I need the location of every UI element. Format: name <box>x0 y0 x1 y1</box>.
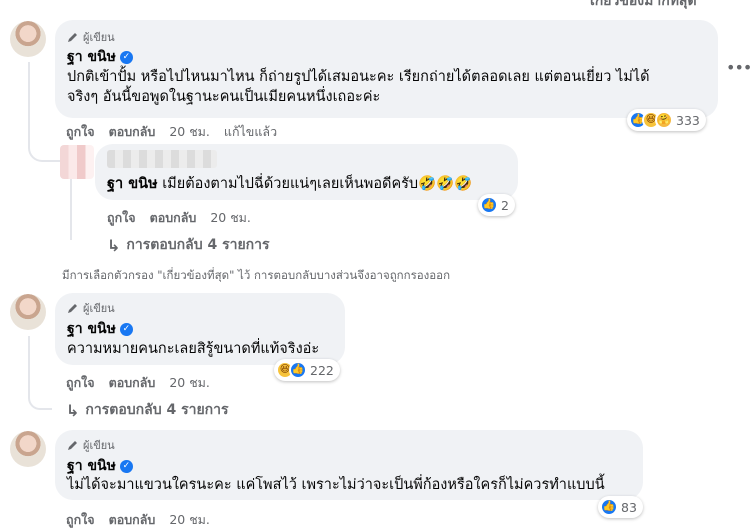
filter-notice: มีการเลือกตัวกรอง "เกี่ยวข้องที่สุด" ไว้… <box>62 268 451 282</box>
mention-link[interactable]: ฐา ขนิษ <box>107 176 158 192</box>
timestamp[interactable]: 20 ชม. <box>169 510 210 530</box>
verified-badge-icon: ✓ <box>119 459 133 473</box>
author-badge: ผู้เขียน <box>67 299 115 317</box>
avatar[interactable] <box>10 431 46 467</box>
verified-badge-icon: ✓ <box>119 322 133 336</box>
comment-actions: ถูกใจ ตอบกลับ 20 ชม. <box>66 373 210 393</box>
timestamp[interactable]: 20 ชม. <box>210 208 251 228</box>
reply-button[interactable]: ตอบกลับ <box>150 208 197 228</box>
reply-bubble: ฐา ขนิษ เมียต้องตามไปฉี่ด้วยแน่ๆเลยเห็นพ… <box>95 144 518 200</box>
pencil-icon <box>68 33 77 42</box>
reaction-count: 83 <box>621 499 637 515</box>
like-button[interactable]: ถูกใจ <box>66 510 95 530</box>
like-reaction-icon: 👍 <box>289 361 307 379</box>
reply-text-body: เมียต้องตามไปฉี่ด้วยแน่ๆเลยเห็นพอดีครับ🤣… <box>162 176 473 192</box>
reaction-count: 333 <box>676 112 700 128</box>
pencil-icon <box>68 441 77 450</box>
author-name-text[interactable]: ฐา ขนิษ <box>67 318 116 340</box>
author-name-text[interactable]: ฐา ขนิษ <box>67 455 116 477</box>
thread-connector <box>28 336 52 410</box>
pencil-icon <box>68 304 77 313</box>
like-button[interactable]: ถูกใจ <box>107 208 136 228</box>
blurred-author-name[interactable] <box>107 150 217 168</box>
more-options-icon[interactable]: ••• <box>726 58 751 78</box>
view-replies-link[interactable]: ↳ การตอบกลับ 4 รายการ <box>66 399 229 421</box>
view-replies-label[interactable]: การตอบกลับ 4 รายการ <box>85 399 228 421</box>
author-badge: ผู้เขียน <box>67 436 115 454</box>
author-badge-label: ผู้เขียน <box>83 302 115 315</box>
edited-label[interactable]: แก้ไขแล้ว <box>224 122 277 142</box>
reply-arrow-icon: ↳ <box>66 400 80 420</box>
reaction-summary[interactable]: 👍 83 <box>598 496 643 518</box>
reply-arrow-icon: ↳ <box>107 235 121 255</box>
comment-bubble: ผู้เขียน ฐา ขนิษ ✓ ไม่ได้จะมาแขวนใครนะคะ… <box>55 430 643 500</box>
reaction-summary[interactable]: 👍 😆 🤗 333 <box>627 109 706 131</box>
reaction-count: 2 <box>501 197 509 213</box>
comment-filter-dropdown[interactable]: เกี่ยวข้องมากที่สุด <box>590 0 697 12</box>
avatar[interactable] <box>10 294 46 330</box>
reply-text: ฐา ขนิษ เมียต้องตามไปฉี่ด้วยแน่ๆเลยเห็นพ… <box>107 174 472 194</box>
view-replies-link[interactable]: ↳ การตอบกลับ 4 รายการ <box>107 234 270 256</box>
reply-button[interactable]: ตอบกลับ <box>109 122 156 142</box>
author-name[interactable]: ฐา ขนิษ ✓ <box>67 318 133 340</box>
comment-text-line: จริงๆ อันนี้ขอพูดในฐานะคนเป็นเมียคนหนึ่ง… <box>67 89 381 105</box>
comment-bubble: ผู้เขียน ฐา ขนิษ ✓ ปกติเข้าปั้ม หรือไปไห… <box>55 20 718 118</box>
timestamp[interactable]: 20 ชม. <box>169 373 210 393</box>
care-reaction-icon: 🤗 <box>655 111 673 129</box>
timestamp[interactable]: 20 ชม. <box>169 122 210 142</box>
author-badge-label: ผู้เขียน <box>83 439 115 452</box>
reply-actions: ถูกใจ ตอบกลับ 20 ชม. <box>107 208 251 228</box>
comment-text: ความหมายคนกะเลยสิรู้ขนาดที่แท้จริงอ่ะ <box>67 341 320 357</box>
reaction-count: 222 <box>310 362 334 378</box>
like-reaction-icon: 👍 <box>600 498 618 516</box>
comment-text: ปกติเข้าปั้ม หรือไปไหนมาไหน ก็ถ่ายรูปได้… <box>67 67 650 107</box>
reaction-summary[interactable]: 👍 2 <box>478 194 515 216</box>
author-badge: ผู้เขียน <box>67 28 115 46</box>
comment-actions: ถูกใจ ตอบกลับ 20 ชม. แก้ไขแล้ว <box>66 122 277 142</box>
comment-text: ไม่ได้จะมาแขวนใครนะคะ แค่โพสไว้ เพราะไม่… <box>67 477 605 493</box>
reply-button[interactable]: ตอบกลับ <box>109 373 156 393</box>
like-reaction-icon: 👍 <box>480 196 498 214</box>
reply-button[interactable]: ตอบกลับ <box>109 510 156 530</box>
verified-badge-icon: ✓ <box>119 50 133 64</box>
author-badge-label: ผู้เขียน <box>83 31 115 44</box>
comment-actions: ถูกใจ ตอบกลับ 20 ชม. <box>66 510 210 530</box>
like-button[interactable]: ถูกใจ <box>66 373 95 393</box>
avatar[interactable] <box>60 145 94 179</box>
view-replies-label[interactable]: การตอบกลับ 4 รายการ <box>126 234 269 256</box>
comment-text-line: ปกติเข้าปั้ม หรือไปไหนมาไหน ก็ถ่ายรูปได้… <box>67 69 650 85</box>
reaction-summary[interactable]: 😆 👍 222 <box>274 359 340 381</box>
avatar[interactable] <box>10 21 46 57</box>
comment-bubble: ผู้เขียน ฐา ขนิษ ✓ ความหมายคนกะเลยสิรู้ข… <box>55 293 345 365</box>
author-name[interactable]: ฐา ขนิษ ✓ <box>67 455 133 477</box>
